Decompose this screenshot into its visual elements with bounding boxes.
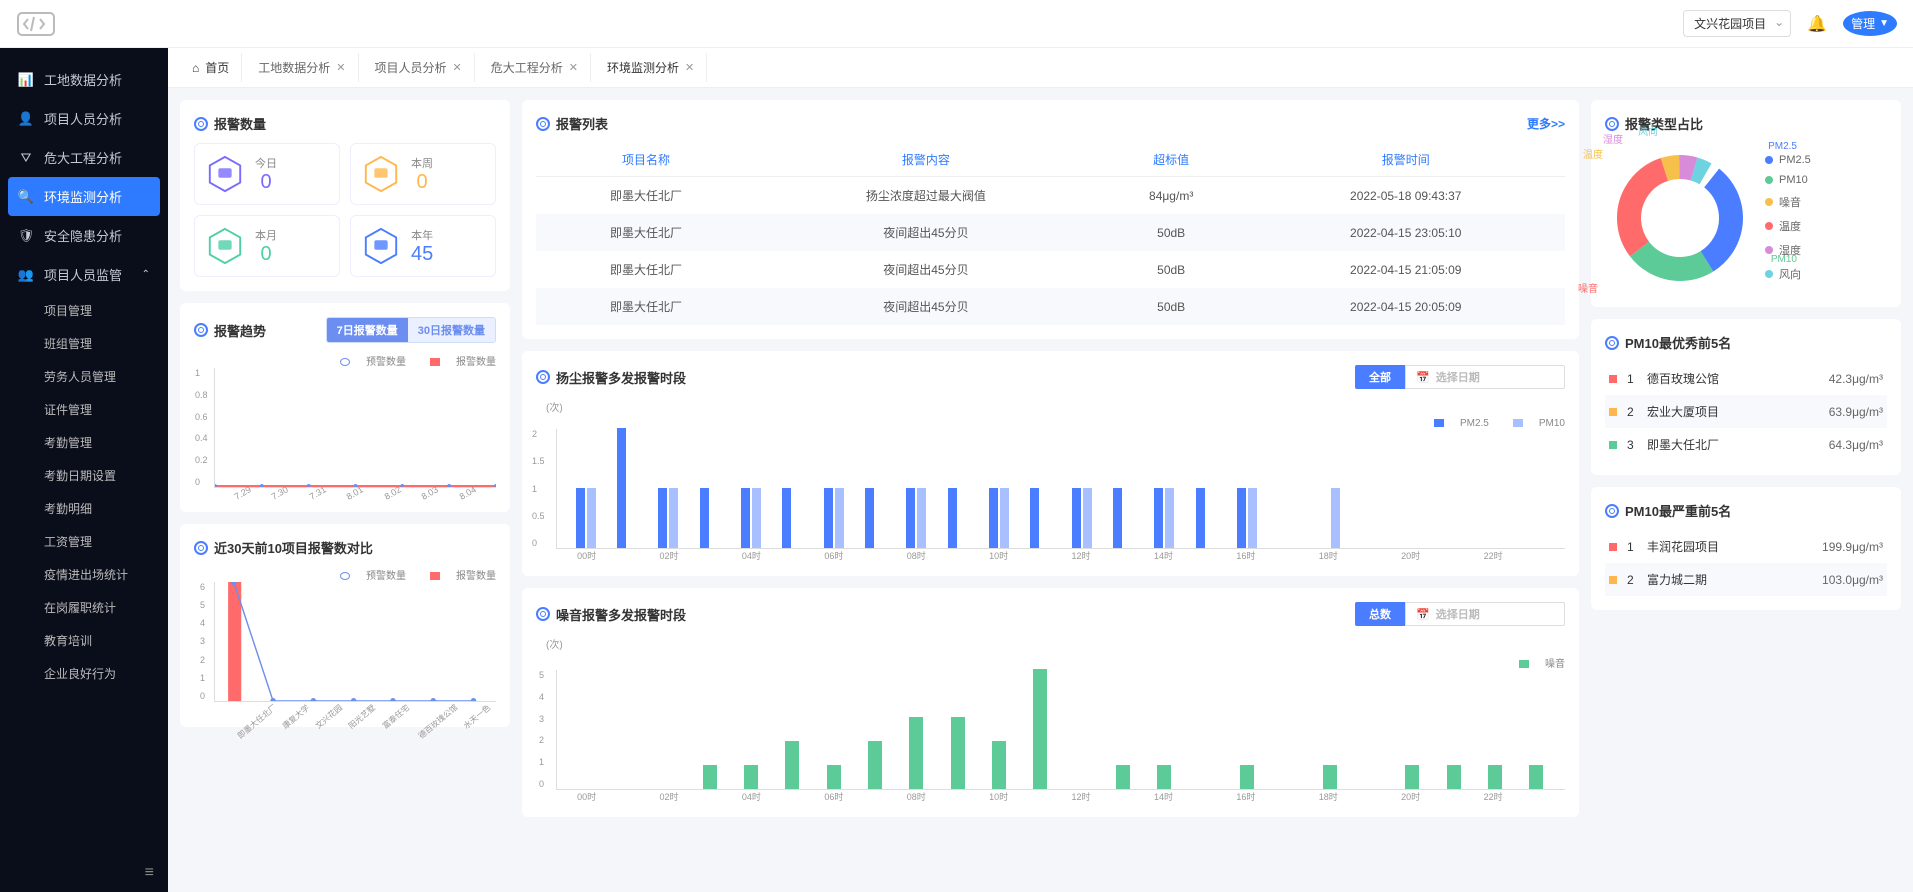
sidebar-subitem[interactable]: 证件管理 (0, 393, 168, 426)
pm10-best-card: PM10最优秀前5名 1德百玫瑰公馆42.3μg/m³2宏业大厦项目63.9μg… (1591, 319, 1901, 475)
rank-row: 1丰润花园项目199.9μg/m³ (1605, 530, 1887, 563)
sidebar-subitem[interactable]: 考勤日期设置 (0, 459, 168, 492)
noise-chart: 012345 (556, 670, 1565, 790)
compare30-card: 近30天前10项目报警数对比 预警数量报警数量 0123456 即墨大任北厂康复… (180, 524, 510, 727)
alarm-type-card: 报警类型占比 PM2.5 (1591, 100, 1901, 307)
sidebar-subitem[interactable]: 在岗履职统计 (0, 591, 168, 624)
tab[interactable]: 环境监测分析✕ (595, 53, 707, 82)
sidebar-subitem[interactable]: 项目管理 (0, 294, 168, 327)
close-icon[interactable]: ✕ (685, 61, 694, 74)
sidebar-subitem[interactable]: 考勤明细 (0, 492, 168, 525)
sidebar-item[interactable]: 👥项目人员监管⌃ (0, 255, 168, 294)
tab[interactable]: 危大工程分析✕ (479, 53, 591, 82)
calendar-icon: 📅 (1416, 371, 1430, 384)
alarm-list-card: 报警列表更多>> 项目名称报警内容超标值报警时间 即墨大任北厂扬尘浓度超过最大阀… (522, 100, 1579, 339)
sidebar-subitem[interactable]: 企业良好行为 (0, 657, 168, 690)
user-menu[interactable]: 管理▼ (1843, 11, 1897, 36)
sidebar-item[interactable]: 👤项目人员分析 (0, 99, 168, 138)
ring-icon (194, 323, 208, 337)
close-icon[interactable]: ✕ (569, 61, 578, 74)
count-box: 本年45 (350, 215, 496, 277)
users-icon: 👥 (18, 267, 34, 283)
chevron-down-icon: ▼ (1879, 18, 1889, 29)
sidebar-collapse-icon[interactable]: ≡ (145, 864, 154, 882)
close-icon[interactable]: ✕ (336, 61, 345, 74)
ring-icon (536, 370, 550, 384)
sidebar-subitem[interactable]: 疫情进出场统计 (0, 558, 168, 591)
tab-home[interactable]: ⌂首页 (180, 53, 242, 82)
toggle-7day[interactable]: 7日报警数量 (327, 318, 408, 342)
user-icon: 👤 (18, 111, 34, 127)
noise-total-button[interactable]: 总数 (1355, 602, 1405, 626)
rank-row: 2富力城二期103.0μg/m³ (1605, 563, 1887, 596)
legend-item: 噪音 (1765, 194, 1811, 210)
table-row[interactable]: 即墨大任北厂夜间超出45分贝50dB2022-04-15 20:05:09 (536, 288, 1565, 325)
shield-icon: 🛡 (18, 228, 34, 244)
env-icon: 🔍 (18, 189, 34, 205)
legend-item: 温度 (1765, 218, 1811, 234)
home-icon: ⌂ (192, 61, 199, 75)
dust-chart: 00.511.52 (556, 429, 1565, 549)
tab[interactable]: 项目人员分析✕ (363, 53, 475, 82)
sidebar-item[interactable]: 📊工地数据分析 (0, 60, 168, 99)
ring-icon (536, 117, 550, 131)
alarm-count-card: 报警数量 今日0本周0本月0本年45 (180, 100, 510, 291)
bell-icon[interactable]: 🔔 (1807, 14, 1827, 34)
ring-icon (194, 541, 208, 555)
sidebar-subitem[interactable]: 教育培训 (0, 624, 168, 657)
rank-row: 1德百玫瑰公馆42.3μg/m³ (1605, 362, 1887, 395)
trend-chart: 00.20.40.60.81 (214, 368, 496, 488)
toggle-30day[interactable]: 30日报警数量 (408, 318, 495, 342)
count-box: 本周0 (350, 143, 496, 205)
alarm-trend-card: 报警趋势 7日报警数量 30日报警数量 预警数量报警数量 00.20.40.60… (180, 303, 510, 512)
table-row[interactable]: 即墨大任北厂扬尘浓度超过最大阀值84μg/m³2022-05-18 09:43:… (536, 177, 1565, 215)
legend-item: 风向 (1765, 266, 1811, 282)
sidebar-subitem[interactable]: 班组管理 (0, 327, 168, 360)
tab-bar: ⌂首页 工地数据分析✕项目人员分析✕危大工程分析✕环境监测分析✕ (168, 48, 1913, 88)
table-row[interactable]: 即墨大任北厂夜间超出45分贝50dB2022-04-15 21:05:09 (536, 251, 1565, 288)
ring-icon (1605, 504, 1619, 518)
more-link[interactable]: 更多>> (1527, 115, 1565, 132)
noise-period-card: 噪音报警多发报警时段 总数 📅选择日期 (次) 噪音 012345 00时02时… (522, 588, 1579, 817)
bar-icon: 📊 (18, 72, 34, 88)
count-box: 本月0 (194, 215, 340, 277)
count-box: 今日0 (194, 143, 340, 205)
dust-period-card: 扬尘报警多发报警时段 全部 📅选择日期 (次) PM2.5PM10 00.511… (522, 351, 1579, 576)
rank-row: 3即墨大任北厂64.3μg/m³ (1605, 428, 1887, 461)
filter-icon: ⛛ (18, 150, 34, 166)
ring-icon (536, 607, 550, 621)
close-icon[interactable]: ✕ (453, 61, 462, 74)
donut-chart: PM2.5 PM10 噪音 温度 湿度 风向 (1605, 143, 1755, 293)
calendar-icon: 📅 (1416, 608, 1430, 621)
table-row[interactable]: 即墨大任北厂夜间超出45分贝50dB2022-04-15 23:05:10 (536, 214, 1565, 251)
legend-item: PM10 (1765, 174, 1811, 186)
dust-date-input[interactable]: 📅选择日期 (1405, 365, 1565, 389)
app-logo (16, 9, 56, 39)
dust-all-button[interactable]: 全部 (1355, 365, 1405, 389)
ring-icon (1605, 336, 1619, 350)
sidebar-subitem[interactable]: 考勤管理 (0, 426, 168, 459)
project-selector[interactable]: 文兴花园项目 (1683, 10, 1791, 37)
chevron-icon: ⌃ (142, 269, 150, 280)
alarm-table: 项目名称报警内容超标值报警时间 即墨大任北厂扬尘浓度超过最大阀值84μg/m³2… (536, 143, 1565, 325)
sidebar-item[interactable]: 🛡安全隐患分析 (0, 216, 168, 255)
sidebar-item[interactable]: 🔍环境监测分析 (8, 177, 160, 216)
legend-item: PM2.5 (1765, 154, 1811, 166)
sidebar: 📊工地数据分析👤项目人员分析⛛危大工程分析🔍环境监测分析🛡安全隐患分析👥项目人员… (0, 0, 168, 892)
compare30-chart: 0123456 (214, 582, 496, 702)
ring-icon (194, 117, 208, 131)
pm10-worst-card: PM10最严重前5名 1丰润花园项目199.9μg/m³2富力城二期103.0μ… (1591, 487, 1901, 610)
noise-date-input[interactable]: 📅选择日期 (1405, 602, 1565, 626)
trend-toggle: 7日报警数量 30日报警数量 (326, 317, 496, 343)
sidebar-subitem[interactable]: 劳务人员管理 (0, 360, 168, 393)
ring-icon (1605, 117, 1619, 131)
sidebar-item[interactable]: ⛛危大工程分析 (0, 138, 168, 177)
tab[interactable]: 工地数据分析✕ (246, 53, 358, 82)
sidebar-subitem[interactable]: 工资管理 (0, 525, 168, 558)
rank-row: 2宏业大厦项目63.9μg/m³ (1605, 395, 1887, 428)
